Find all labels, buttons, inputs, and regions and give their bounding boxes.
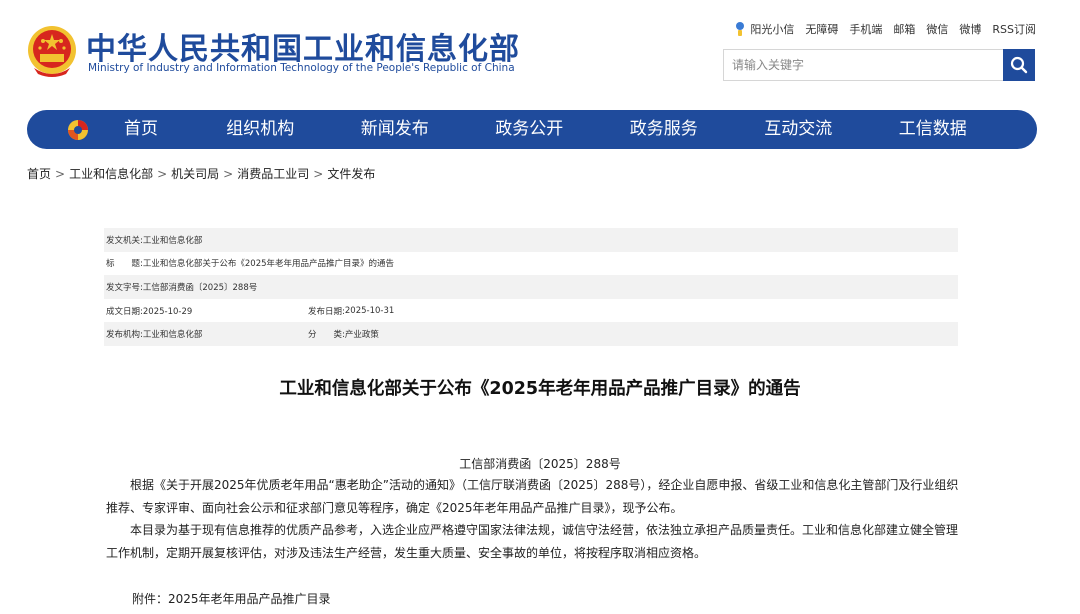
nav-public-affairs[interactable]: 政务公开	[462, 110, 597, 149]
breadcrumb-departments[interactable]: 机关司局	[171, 167, 219, 181]
nav-data[interactable]: 工信数据	[866, 110, 1001, 149]
title-value: 工业和信息化部关于公布《2025年老年用品产品推广目录》的通告	[142, 259, 395, 270]
link-rss[interactable]: RSS订阅	[992, 21, 1036, 37]
info-row-dates: 成文日期:2025-10-29 发布日期: 2025-10-31	[104, 299, 958, 323]
miit-logo-icon	[65, 117, 91, 143]
breadcrumb-home[interactable]: 首页	[27, 167, 51, 181]
nav-services[interactable]: 政务服务	[597, 110, 732, 149]
title-label: 标 题:	[106, 259, 143, 270]
breadcrumb-documents[interactable]: 文件发布	[327, 167, 375, 181]
org-label: 发布机构:	[106, 330, 143, 341]
article-title: 工业和信息化部关于公布《2025年老年用品产品推广目录》的通告	[279, 379, 801, 399]
docnum-label: 发文字号:	[106, 282, 143, 293]
org-value: 工业和信息化部	[142, 330, 203, 341]
link-mail[interactable]: 邮箱	[893, 21, 915, 37]
breadcrumb: 首页 > 工业和信息化部 > 机关司局 > 消费品工业司 > 文件发布	[27, 167, 376, 181]
search-input[interactable]	[724, 50, 1004, 80]
breadcrumb-consumer-goods[interactable]: 消费品工业司	[237, 167, 309, 181]
nav-interaction[interactable]: 互动交流	[731, 110, 866, 149]
document-info-table: 发文机关: 工业和信息化部 标 题: 工业和信息化部关于公布《2025年老年用品…	[104, 228, 958, 346]
created-label: 成文日期:	[106, 306, 143, 317]
link-mobile[interactable]: 手机端	[849, 21, 882, 37]
mascot-icon	[734, 21, 746, 37]
article-doc-number: 工信部消费函〔2025〕288号	[459, 457, 621, 471]
search-icon	[1010, 56, 1028, 74]
nav-organization[interactable]: 组织机构	[193, 110, 328, 149]
published-label: 发布日期:	[308, 306, 345, 317]
article-paragraph-1: 根据《关于开展2025年优质老年用品“惠老助企”活动的通知》（工信厅联消费函〔2…	[106, 478, 959, 515]
main-nav: 首页 组织机构 新闻发布 政务公开 政务服务 互动交流 工信数据	[27, 110, 1037, 149]
created-value: 2025-10-29	[142, 306, 193, 317]
docnum-value: 工信部消费函〔2025〕288号	[142, 282, 258, 293]
top-links: 阳光小信 无障碍 手机端 邮箱 微信 微博 RSS订阅	[734, 21, 1036, 37]
link-sunshine[interactable]: 阳光小信	[750, 21, 794, 37]
attachment-link[interactable]: 附件：2025年老年用品产品推广目录	[132, 590, 331, 607]
nav-home[interactable]: 首页	[103, 110, 193, 149]
info-row-docnum: 发文字号: 工信部消费函〔2025〕288号	[104, 275, 958, 299]
search-button[interactable]	[1003, 49, 1035, 81]
category-label: 分 类:	[308, 330, 345, 341]
site-subtitle: Ministry of Industry and Information Tec…	[88, 62, 515, 74]
article-paragraph-2: 本目录为基于现有信息推荐的优质产品参考，入选企业应严格遵守国家法律法规，诚信守法…	[106, 523, 959, 560]
info-row-issuer: 发文机关: 工业和信息化部	[104, 228, 958, 252]
link-wechat[interactable]: 微信	[926, 21, 948, 37]
national-emblem-logo	[26, 24, 78, 78]
search-box	[723, 49, 1035, 81]
nav-news[interactable]: 新闻发布	[328, 110, 463, 149]
info-row-org: 发布机构:工业和信息化部 分 类: 产业政策	[104, 322, 958, 346]
link-accessibility[interactable]: 无障碍	[805, 21, 838, 37]
issuer-label: 发文机关:	[106, 235, 143, 246]
published-value: 2025-10-31	[344, 305, 395, 316]
info-row-title: 标 题: 工业和信息化部关于公布《2025年老年用品产品推广目录》的通告	[104, 252, 958, 276]
issuer-value: 工业和信息化部	[142, 235, 203, 246]
link-weibo[interactable]: 微博	[959, 21, 981, 37]
category-value: 产业政策	[344, 330, 379, 341]
breadcrumb-ministry[interactable]: 工业和信息化部	[69, 167, 153, 181]
